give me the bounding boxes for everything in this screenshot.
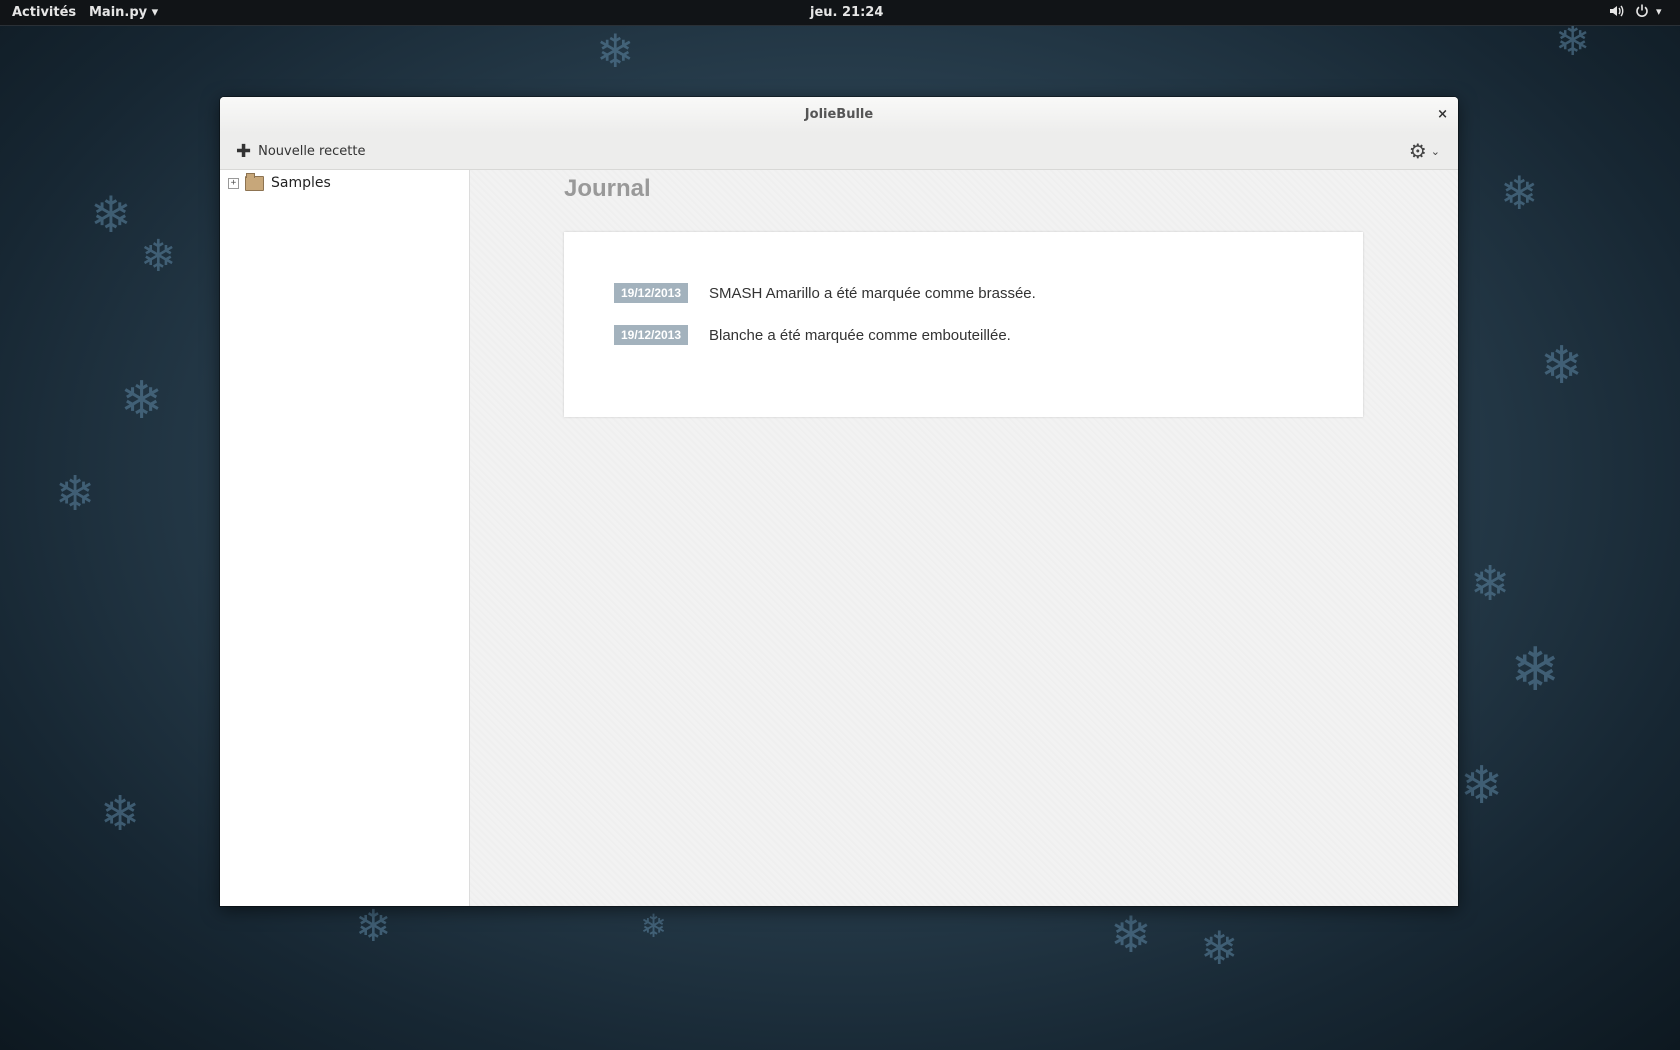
clock[interactable]: jeu. 21:24 [810, 5, 883, 20]
expand-icon[interactable]: + [228, 177, 239, 189]
power-icon[interactable] [1634, 3, 1650, 23]
snowflake-icon: ❄ [1500, 166, 1539, 220]
snowflake-icon: ❄ [1470, 556, 1511, 612]
journal-panel: Journal 19/12/2013 SMASH Amarillo a été … [470, 170, 1458, 906]
date-badge: 19/12/2013 [614, 283, 688, 303]
plus-icon: ✚ [236, 140, 252, 162]
snowflake-icon: ❄ [1555, 16, 1591, 65]
snowflake-icon: ❄ [640, 907, 667, 945]
close-button[interactable]: × [1437, 97, 1448, 133]
snowflake-icon: ❄ [120, 371, 164, 431]
activities-button[interactable]: Activités [12, 5, 76, 20]
app-window: JolieBulle × ✚ Nouvelle recette ⚙ ⌄ + Sa… [220, 97, 1458, 906]
snowflake-icon: ❄ [100, 786, 141, 842]
chevron-down-icon: ⌄ [1430, 144, 1440, 158]
snowflake-icon: ❄ [596, 24, 635, 78]
gear-icon: ⚙ [1408, 139, 1427, 163]
settings-menu-button[interactable]: ⚙ ⌄ [1408, 139, 1440, 163]
title-bar: JolieBulle × [220, 97, 1458, 133]
new-recipe-label: Nouvelle recette [258, 143, 366, 159]
date-badge: 19/12/2013 [614, 325, 688, 345]
tree-item-samples[interactable]: + Samples [228, 172, 331, 191]
folder-icon [245, 172, 264, 191]
journal-entry: 19/12/2013 Blanche a été marquée comme e… [614, 325, 1011, 345]
journal-card: 19/12/2013 SMASH Amarillo a été marquée … [564, 232, 1363, 417]
journal-entry-text: SMASH Amarillo a été marquée comme brass… [709, 284, 1036, 302]
snowflake-icon: ❄ [1540, 336, 1584, 396]
top-bar: Activités Main.py ▾ jeu. 21:24 ▾ [0, 0, 1680, 25]
snowflake-icon: ❄ [90, 186, 132, 244]
toolbar: ✚ Nouvelle recette ⚙ ⌄ [220, 133, 1458, 170]
app-menu-button[interactable]: Main.py ▾ [89, 5, 158, 20]
tree-item-label: Samples [271, 175, 331, 191]
snowflake-icon: ❄ [355, 901, 392, 952]
recipe-tree: + Samples [220, 170, 470, 906]
window-title: JolieBulle [804, 107, 874, 122]
snowflake-icon: ❄ [140, 231, 177, 282]
snowflake-icon: ❄ [1510, 635, 1561, 705]
journal-entry-text: Blanche a été marquée comme embouteillée… [709, 326, 1011, 344]
journal-entry: 19/12/2013 SMASH Amarillo a été marquée … [614, 283, 1036, 303]
new-recipe-button[interactable]: ✚ Nouvelle recette [236, 140, 365, 162]
snowflake-icon: ❄ [1110, 906, 1152, 964]
system-menu-arrow-icon[interactable]: ▾ [1656, 5, 1662, 18]
snowflake-icon: ❄ [1200, 921, 1239, 975]
snowflake-icon: ❄ [1460, 756, 1504, 816]
volume-icon[interactable] [1608, 3, 1624, 23]
page-title: Journal [564, 175, 651, 202]
snowflake-icon: ❄ [55, 466, 96, 522]
